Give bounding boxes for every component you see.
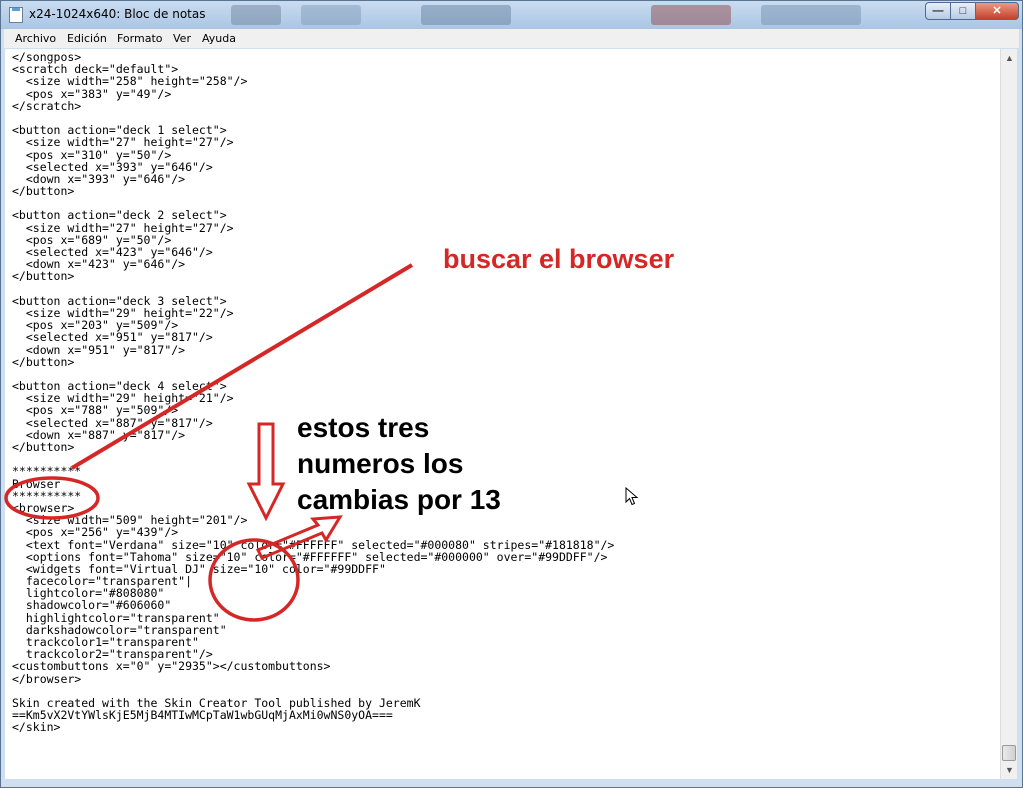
browser-highlight-ellipse	[4, 476, 100, 520]
annotation-black-note: estos tres numeros los cambias por 13	[297, 410, 501, 518]
annotation-red-note: buscar el browser	[443, 244, 675, 274]
annotation-black-line: numeros los	[297, 448, 464, 479]
down-arrow-icon	[246, 422, 286, 522]
mouse-pointer-icon	[625, 487, 639, 506]
annotation-overlay	[4, 263, 414, 622]
diagonal-arrow-icon	[255, 515, 343, 560]
annotation-black-line: cambias por 13	[297, 484, 501, 515]
values-highlight-circle	[208, 538, 300, 622]
annotation-black-line: estos tres	[297, 412, 430, 443]
